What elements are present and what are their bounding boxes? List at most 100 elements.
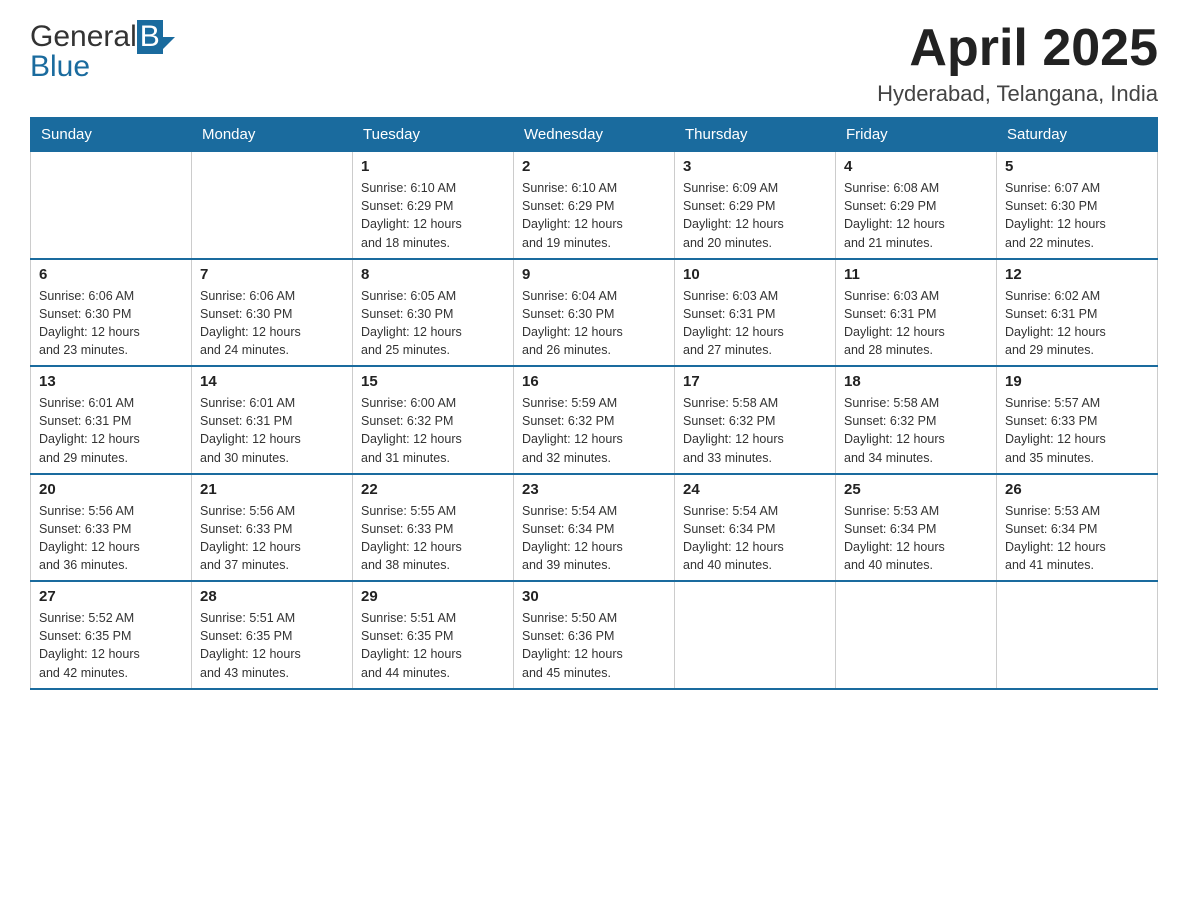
calendar-cell: 16Sunrise: 5:59 AM Sunset: 6:32 PM Dayli… [514,366,675,474]
calendar-cell: 10 Sunrise: 6:03 AM Sunset: 6:31 PM Dayli… [675,259,836,367]
day-info: Sunrise: 6:02 AM Sunset: 6:31 PM Dayligh… [1005,287,1149,360]
day-info: Sunrise: 5:54 AM Sunset: 6:34 PM Dayligh… [522,502,666,575]
calendar-cell: 13Sunrise: 6:01 AM Sunset: 6:31 PM Dayli… [31,366,192,474]
day-number: 15 [361,373,505,390]
day-number: 16 [522,373,666,390]
calendar-cell: 9 Sunrise: 6:04 AM Sunset: 6:30 PM Daylig… [514,259,675,367]
day-number: 3 [683,158,827,175]
day-info: Sunrise: 6:03 AM Sunset: 6:31 PM Dayligh… [683,287,827,360]
day-info: Sunrise: 5:51 AM Sunset: 6:35 PM Dayligh… [200,609,344,682]
day-info: Sunrise: 5:55 AM Sunset: 6:33 PM Dayligh… [361,502,505,575]
day-number: 4 [844,158,988,175]
calendar-table: SundayMondayTuesdayWednesdayThursdayFrid… [30,117,1158,690]
day-info: Sunrise: 6:00 AM Sunset: 6:32 PM Dayligh… [361,394,505,467]
calendar-cell: 22Sunrise: 5:55 AM Sunset: 6:33 PM Dayli… [353,474,514,582]
calendar-cell: 8Sunrise: 6:05 AM Sunset: 6:30 PM Daylig… [353,259,514,367]
day-number: 10 [683,266,827,283]
calendar-cell: 18 Sunrise: 5:58 AM Sunset: 6:32 PM Dayli… [836,366,997,474]
day-number: 23 [522,481,666,498]
day-info: Sunrise: 6:10 AM Sunset: 6:29 PM Dayligh… [361,179,505,252]
logo-blue-background: B [137,20,163,54]
calendar-cell: 29 Sunrise: 5:51 AM Sunset: 6:35 PM Dayli… [353,581,514,689]
calendar-cell: 25Sunrise: 5:53 AM Sunset: 6:34 PM Dayli… [836,474,997,582]
day-info: Sunrise: 5:58 AM Sunset: 6:32 PM Dayligh… [683,394,827,467]
page-title: April 2025 [877,20,1158,77]
day-info: Sunrise: 6:03 AM Sunset: 6:31 PM Dayligh… [844,287,988,360]
day-number: 17 [683,373,827,390]
weekday-header-row: SundayMondayTuesdayWednesdayThursdayFrid… [31,118,1158,152]
day-number: 11 [844,266,988,283]
day-number: 12 [1005,266,1149,283]
page-header: General B Blue April 2025 Hyderabad, Tel… [30,20,1158,107]
calendar-cell: 30 Sunrise: 5:50 AM Sunset: 6:36 PM Dayli… [514,581,675,689]
weekday-header-monday: Monday [192,118,353,152]
calendar-cell: 19Sunrise: 5:57 AM Sunset: 6:33 PM Dayli… [997,366,1158,474]
weekday-header-saturday: Saturday [997,118,1158,152]
day-info: Sunrise: 6:08 AM Sunset: 6:29 PM Dayligh… [844,179,988,252]
day-number: 7 [200,266,344,283]
day-number: 30 [522,588,666,605]
day-number: 14 [200,373,344,390]
calendar-cell: 11 Sunrise: 6:03 AM Sunset: 6:31 PM Dayli… [836,259,997,367]
day-number: 13 [39,373,183,390]
calendar-cell: 4 Sunrise: 6:08 AM Sunset: 6:29 PM Daylig… [836,152,997,259]
calendar-cell: 5Sunrise: 6:07 AM Sunset: 6:30 PM Daylig… [997,152,1158,259]
day-info: Sunrise: 5:53 AM Sunset: 6:34 PM Dayligh… [1005,502,1149,575]
day-info: Sunrise: 6:05 AM Sunset: 6:30 PM Dayligh… [361,287,505,360]
day-info: Sunrise: 5:56 AM Sunset: 6:33 PM Dayligh… [39,502,183,575]
calendar-cell [997,581,1158,689]
day-info: Sunrise: 5:52 AM Sunset: 6:35 PM Dayligh… [39,609,183,682]
day-number: 20 [39,481,183,498]
day-info: Sunrise: 5:50 AM Sunset: 6:36 PM Dayligh… [522,609,666,682]
calendar-cell: 15 Sunrise: 6:00 AM Sunset: 6:32 PM Dayli… [353,366,514,474]
day-info: Sunrise: 5:58 AM Sunset: 6:32 PM Dayligh… [844,394,988,467]
page-subtitle: Hyderabad, Telangana, India [877,81,1158,107]
weekday-header-friday: Friday [836,118,997,152]
day-number: 21 [200,481,344,498]
weekday-header-thursday: Thursday [675,118,836,152]
weekday-header-wednesday: Wednesday [514,118,675,152]
calendar-cell: 27 Sunrise: 5:52 AM Sunset: 6:35 PM Dayli… [31,581,192,689]
calendar-cell [675,581,836,689]
calendar-header: SundayMondayTuesdayWednesdayThursdayFrid… [31,118,1158,152]
day-number: 9 [522,266,666,283]
calendar-cell: 26 Sunrise: 5:53 AM Sunset: 6:34 PM Dayli… [997,474,1158,582]
day-number: 25 [844,481,988,498]
calendar-cell: 1 Sunrise: 6:10 AM Sunset: 6:29 PM Daylig… [353,152,514,259]
day-info: Sunrise: 6:06 AM Sunset: 6:30 PM Dayligh… [39,287,183,360]
day-info: Sunrise: 6:01 AM Sunset: 6:31 PM Dayligh… [200,394,344,467]
logo-blue-text: Blue [30,50,90,83]
day-number: 5 [1005,158,1149,175]
day-info: Sunrise: 6:06 AM Sunset: 6:30 PM Dayligh… [200,287,344,360]
calendar-body: 1 Sunrise: 6:10 AM Sunset: 6:29 PM Daylig… [31,152,1158,689]
day-info: Sunrise: 5:54 AM Sunset: 6:34 PM Dayligh… [683,502,827,575]
calendar-cell: 21 Sunrise: 5:56 AM Sunset: 6:33 PM Dayli… [192,474,353,582]
day-info: Sunrise: 5:57 AM Sunset: 6:33 PM Dayligh… [1005,394,1149,467]
calendar-cell: 7 Sunrise: 6:06 AM Sunset: 6:30 PM Daylig… [192,259,353,367]
day-number: 27 [39,588,183,605]
day-info: Sunrise: 6:04 AM Sunset: 6:30 PM Dayligh… [522,287,666,360]
day-number: 18 [844,373,988,390]
calendar-cell: 3 Sunrise: 6:09 AM Sunset: 6:29 PM Daylig… [675,152,836,259]
logo-arrow-icon [162,37,175,50]
calendar-cell: 14 Sunrise: 6:01 AM Sunset: 6:31 PM Dayli… [192,366,353,474]
calendar-cell: 28 Sunrise: 5:51 AM Sunset: 6:35 PM Dayli… [192,581,353,689]
day-info: Sunrise: 5:56 AM Sunset: 6:33 PM Dayligh… [200,502,344,575]
day-number: 6 [39,266,183,283]
day-number: 26 [1005,481,1149,498]
calendar-cell: 23 Sunrise: 5:54 AM Sunset: 6:34 PM Dayli… [514,474,675,582]
day-number: 1 [361,158,505,175]
day-number: 2 [522,158,666,175]
calendar-week-row: 6 Sunrise: 6:06 AM Sunset: 6:30 PM Daylig… [31,259,1158,367]
calendar-week-row: 1 Sunrise: 6:10 AM Sunset: 6:29 PM Daylig… [31,152,1158,259]
logo: General B Blue [30,20,175,84]
calendar-cell: 20 Sunrise: 5:56 AM Sunset: 6:33 PM Dayli… [31,474,192,582]
day-info: Sunrise: 6:10 AM Sunset: 6:29 PM Dayligh… [522,179,666,252]
day-number: 28 [200,588,344,605]
calendar-cell: 17 Sunrise: 5:58 AM Sunset: 6:32 PM Dayli… [675,366,836,474]
day-number: 29 [361,588,505,605]
calendar-week-row: 20 Sunrise: 5:56 AM Sunset: 6:33 PM Dayli… [31,474,1158,582]
weekday-header-sunday: Sunday [31,118,192,152]
day-info: Sunrise: 6:09 AM Sunset: 6:29 PM Dayligh… [683,179,827,252]
day-info: Sunrise: 5:51 AM Sunset: 6:35 PM Dayligh… [361,609,505,682]
